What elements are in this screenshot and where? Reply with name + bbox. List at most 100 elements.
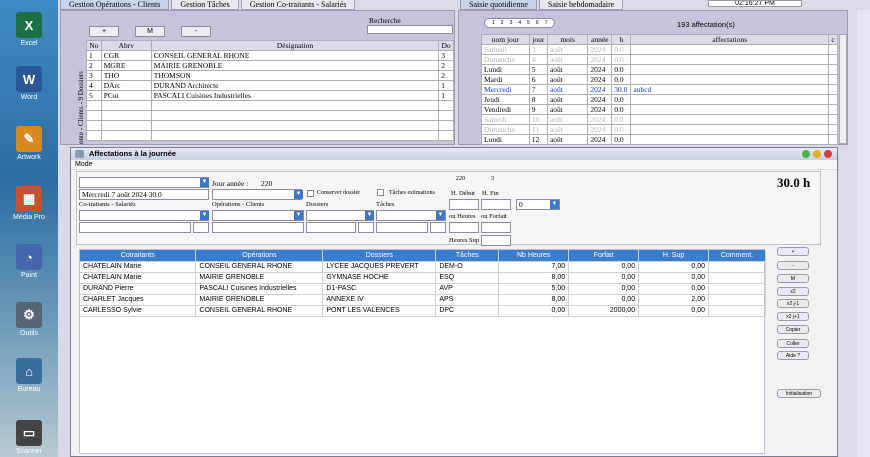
- day-row[interactable]: Lundi 5 août 2024 0.0: [481, 64, 838, 75]
- day-row[interactable]: Dimanche 11 août 2024 0.0: [481, 124, 838, 135]
- side-button-1[interactable]: -: [777, 261, 809, 270]
- page-link[interactable]: 3: [510, 19, 513, 27]
- dossier-filter[interactable]: [306, 222, 356, 233]
- dropdown-arrow-icon[interactable]: ▼: [200, 211, 209, 220]
- add-button[interactable]: +: [89, 26, 119, 37]
- column-header[interactable]: année: [587, 34, 613, 45]
- page-link[interactable]: 7: [545, 19, 548, 27]
- day-row[interactable]: Dimanche 4 août 2024 0.0: [481, 54, 838, 65]
- column-header[interactable]: mois: [546, 34, 589, 45]
- tab-0[interactable]: Gestion Opérations - Clients: [60, 0, 170, 10]
- heures-sup-input[interactable]: [481, 235, 511, 246]
- dropdown-arrow-icon[interactable]: ▼: [436, 211, 445, 220]
- day-row[interactable]: Jeudi 8 août 2024 0.0: [481, 94, 838, 105]
- side-button-2[interactable]: M: [777, 274, 809, 283]
- table-row[interactable]: [86, 100, 454, 111]
- table-row[interactable]: [86, 130, 454, 141]
- day-row[interactable]: Samedi 3 août 2024 0.0: [481, 44, 838, 55]
- tache-filter[interactable]: [376, 222, 428, 233]
- side-button-7[interactable]: Coller: [777, 339, 809, 348]
- tab-1[interactable]: Saisie hebdomadaire: [538, 0, 624, 10]
- days-scrollbar[interactable]: [839, 34, 847, 144]
- operation-filter[interactable]: [212, 222, 304, 233]
- dropdown-arrow-icon[interactable]: ▼: [200, 178, 209, 187]
- column-header[interactable]: affectations: [630, 34, 830, 45]
- h-debut-input[interactable]: [449, 199, 479, 210]
- artwork-icon[interactable]: ✎ Artwork: [6, 126, 52, 161]
- table-row[interactable]: 4 DArc DURAND Architecte 1: [86, 80, 454, 91]
- grid-header[interactable]: Nb Heures: [498, 250, 570, 262]
- word-icon[interactable]: W Word: [6, 66, 52, 101]
- excel-icon[interactable]: X Excel: [6, 12, 52, 47]
- desktop-icon[interactable]: ⌂ Bureau: [6, 358, 52, 393]
- table-row[interactable]: 3 THO THOMSON 2: [86, 70, 454, 81]
- tache-extra[interactable]: [430, 222, 446, 233]
- side-button-3[interactable]: x2: [777, 287, 809, 296]
- affectation-row[interactable]: CHATELAIN Marie MAIRIE GRENOBLE GYMNASE HO…: [80, 272, 766, 284]
- column-header[interactable]: No: [86, 40, 102, 51]
- grid-header[interactable]: H. Sup: [638, 250, 709, 262]
- taches-estim-checkbox[interactable]: [377, 189, 384, 196]
- grid-header[interactable]: Tâches: [435, 250, 500, 262]
- cotraitant-filter[interactable]: [79, 222, 191, 233]
- remove-button[interactable]: -: [181, 26, 211, 37]
- affectation-row[interactable]: CARLESSO Sylvie CONSEIL GENERAL RHONE PONT…: [80, 305, 766, 317]
- table-row[interactable]: 2 MGRE MAIRIE GRENOBLE 2: [86, 60, 454, 71]
- column-header[interactable]: jour: [528, 34, 548, 45]
- day-row[interactable]: Mardi 6 août 2024 0.0: [481, 74, 838, 85]
- side-button-6[interactable]: Copier: [777, 325, 809, 334]
- dossier-extra[interactable]: [358, 222, 374, 233]
- column-header[interactable]: Do: [438, 40, 454, 51]
- tools-icon[interactable]: ⚙ Outils: [6, 302, 52, 337]
- column-header[interactable]: Désignation: [150, 40, 440, 51]
- day-row[interactable]: Samedi 10 août 2024 0.0: [481, 114, 838, 125]
- table-row[interactable]: 5 PCui PASCALI Cuisines Industrielles 1: [86, 90, 454, 101]
- table-row[interactable]: [86, 110, 454, 121]
- grid-header[interactable]: Dossiers: [322, 250, 437, 262]
- maximize-icon[interactable]: [813, 150, 821, 158]
- cotraitant-extra[interactable]: [193, 222, 209, 233]
- affectation-row[interactable]: CHARLET Jacques MAIRIE GRENOBLE ANNEXE IV A…: [80, 294, 766, 306]
- tab-2[interactable]: Gestion Co-traitants - Salariés: [240, 0, 356, 10]
- h-fin-input[interactable]: [481, 199, 511, 210]
- dropdown-arrow-icon[interactable]: ▼: [365, 211, 374, 220]
- page-link[interactable]: 2: [501, 19, 504, 27]
- side-button-4[interactable]: x2 j-1: [777, 299, 809, 308]
- date-picker-input[interactable]: [79, 177, 209, 188]
- dropdown-arrow-icon[interactable]: ▼: [550, 200, 559, 209]
- grid-header[interactable]: Opérations: [195, 250, 324, 262]
- search-input[interactable]: [367, 25, 453, 34]
- side-button-8[interactable]: Aide ?: [777, 351, 809, 360]
- scanner-icon[interactable]: ▭ Scanner: [6, 420, 52, 455]
- tab-1[interactable]: Gestion Tâches: [171, 0, 239, 10]
- page-link[interactable]: 4: [518, 19, 521, 27]
- day-row[interactable]: Mercredi 7 août 2024 30.0 aubcd: [481, 84, 838, 95]
- table-row[interactable]: [86, 120, 454, 131]
- grid-header[interactable]: Comment.: [708, 250, 766, 262]
- day-row[interactable]: Vendredi 9 août 2024 0.0: [481, 104, 838, 115]
- init-button[interactable]: Initialisation: [777, 389, 821, 398]
- column-header[interactable]: c: [828, 34, 838, 45]
- grid-header[interactable]: Forfait: [568, 250, 640, 262]
- page-link[interactable]: 6: [536, 19, 539, 27]
- paint-icon[interactable]: ◔ Paint: [6, 244, 52, 279]
- affectation-row[interactable]: CHATELAIN Marie CONSEIL GENERAL RHONE LYCE…: [80, 261, 766, 273]
- side-button-5[interactable]: x2 j+1: [777, 312, 809, 321]
- table-row[interactable]: 1 CGR CONSEIL GENERAL RHONE 3: [86, 50, 454, 61]
- forfait-input[interactable]: [481, 222, 511, 233]
- side-button-0[interactable]: +: [777, 247, 809, 256]
- menu-mode[interactable]: Mode: [71, 160, 837, 170]
- column-header[interactable]: Abrv: [100, 40, 152, 51]
- dossier-select[interactable]: [306, 210, 374, 221]
- media-icon[interactable]: ▦ Média Pro: [6, 186, 52, 221]
- page-link[interactable]: 1: [492, 19, 495, 27]
- column-header[interactable]: nom jour: [481, 34, 530, 45]
- dropdown-arrow-icon[interactable]: ▼: [294, 190, 303, 199]
- operation-select[interactable]: [212, 210, 304, 221]
- date-field[interactable]: Mercredi 7 août 2024 30.0: [79, 189, 209, 200]
- close-icon[interactable]: [824, 150, 832, 158]
- secondary-select[interactable]: [212, 189, 302, 200]
- dropdown-arrow-icon[interactable]: ▼: [294, 211, 303, 220]
- day-row[interactable]: Lundi 12 août 2024 0.0: [481, 134, 838, 145]
- column-header[interactable]: h: [611, 34, 632, 45]
